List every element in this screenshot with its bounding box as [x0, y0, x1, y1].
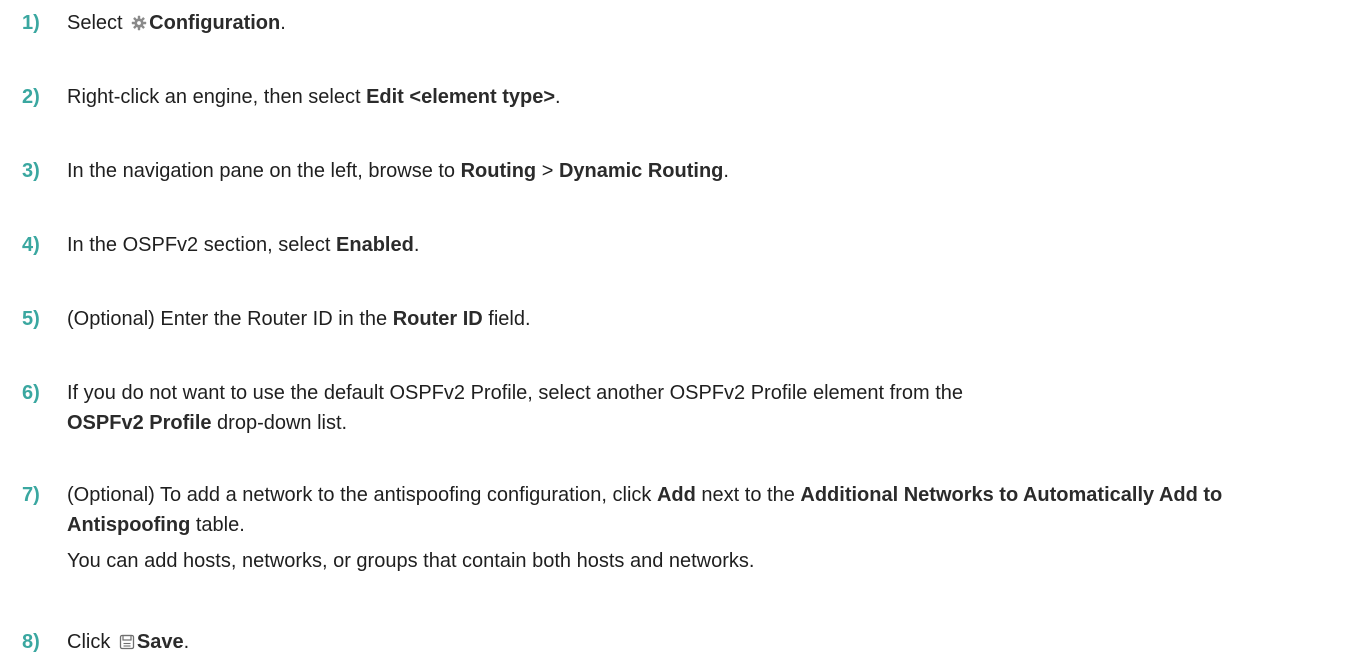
ui-label-configuration: Configuration	[149, 12, 281, 34]
step-text: (Optional) To add a network to the antis…	[67, 480, 1337, 576]
step-text: If you do not want to use the default OS…	[67, 382, 964, 434]
ui-label-router-id: Router ID	[392, 308, 483, 330]
step-number: 3)	[22, 160, 40, 182]
step-number: 6)	[22, 382, 40, 404]
procedure-steps: 1) Select Configuration. 2) Right-click …	[0, 0, 1348, 669]
step-text: In the navigation pane on the left, brow…	[67, 160, 729, 182]
save-icon	[119, 634, 135, 650]
step-number: 2)	[22, 86, 40, 108]
step-text: In the OSPFv2 section, select Enabled.	[67, 234, 420, 256]
step-number: 8)	[22, 631, 40, 653]
step-text: Select Configuration.	[67, 12, 286, 34]
ui-label-ospfv2-profile: OSPFv2 Profile	[67, 412, 212, 434]
ui-label-save: Save	[136, 631, 184, 653]
step-number: 4)	[22, 234, 40, 256]
ui-label-dynamic-routing: Dynamic Routing	[558, 160, 724, 182]
ui-label-edit-element-type: Edit <element type>	[366, 86, 556, 108]
step-number: 1)	[22, 12, 40, 34]
step-note: You can add hosts, networks, or groups t…	[67, 550, 755, 572]
step-text: Click Save.	[67, 631, 190, 653]
ui-label-add: Add	[656, 484, 696, 506]
ui-label-enabled: Enabled	[336, 234, 414, 256]
step-text: (Optional) Enter the Router ID in the Ro…	[67, 308, 531, 330]
step-number: 5)	[22, 308, 40, 330]
step-number: 7)	[22, 484, 40, 506]
step-text: Right-click an engine, then select Edit …	[67, 86, 561, 108]
ui-label-routing: Routing	[460, 160, 537, 182]
gear-icon	[131, 15, 147, 31]
